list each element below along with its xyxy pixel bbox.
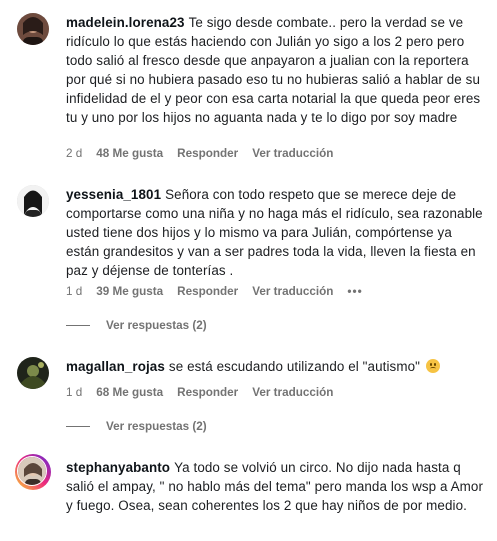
- reply-button[interactable]: Responder: [177, 386, 238, 399]
- avatar[interactable]: [17, 185, 49, 217]
- comment-text-block: yessenia_1801 Señora con todo respeto que…: [66, 185, 484, 280]
- comment-username[interactable]: stephanyabanto: [66, 460, 170, 475]
- translate-button[interactable]: Ver traducción: [252, 386, 333, 399]
- reply-button[interactable]: Responder: [177, 285, 238, 298]
- comment-time: 2 d: [66, 147, 83, 160]
- comment-username[interactable]: magallan_rojas: [66, 359, 165, 374]
- view-replies-button[interactable]: Ver respuestas (2): [66, 420, 207, 433]
- avatar: [17, 456, 47, 486]
- comment-body: Te sigo desde combate.. pero la verdad s…: [66, 15, 481, 125]
- translate-button[interactable]: Ver traducción: [252, 147, 333, 160]
- translate-button[interactable]: Ver traducción: [252, 285, 333, 298]
- comment-meta: 1 d 39 Me gusta Responder Ver traducción…: [66, 285, 377, 298]
- replies-divider: [66, 325, 90, 326]
- view-replies-button[interactable]: Ver respuestas (2): [66, 319, 207, 332]
- avatar[interactable]: [17, 357, 49, 389]
- comment-body: se está escudando utilizando el "autismo…: [168, 359, 420, 374]
- comment-text-block: magallan_rojas se está escudando utilizan…: [66, 357, 484, 376]
- comment-text-block: stephanyabanto Ya todo se volvió un circo…: [66, 458, 484, 515]
- likes-count[interactable]: 39 Me gusta: [96, 285, 163, 298]
- view-replies-label: Ver respuestas (2): [106, 420, 207, 433]
- comment-time: 1 d: [66, 386, 83, 399]
- more-options-icon[interactable]: •••: [347, 285, 362, 298]
- downcast-face-emoji: [425, 359, 440, 373]
- likes-count[interactable]: 68 Me gusta: [96, 386, 163, 399]
- avatar[interactable]: [17, 13, 49, 45]
- comment-meta: 2 d 48 Me gusta Responder Ver traducción: [66, 147, 347, 160]
- comment-username[interactable]: yessenia_1801: [66, 187, 161, 202]
- comment-time: 1 d: [66, 285, 83, 298]
- reply-button[interactable]: Responder: [177, 147, 238, 160]
- likes-count[interactable]: 48 Me gusta: [96, 147, 163, 160]
- comment-meta: 1 d 68 Me gusta Responder Ver traducción: [66, 386, 347, 399]
- view-replies-label: Ver respuestas (2): [106, 319, 207, 332]
- avatar-story-ring[interactable]: [15, 454, 51, 490]
- comment-username[interactable]: madelein.lorena23: [66, 15, 185, 30]
- replies-divider: [66, 426, 90, 427]
- comment-text-block: madelein.lorena23 Te sigo desde combate..…: [66, 13, 484, 127]
